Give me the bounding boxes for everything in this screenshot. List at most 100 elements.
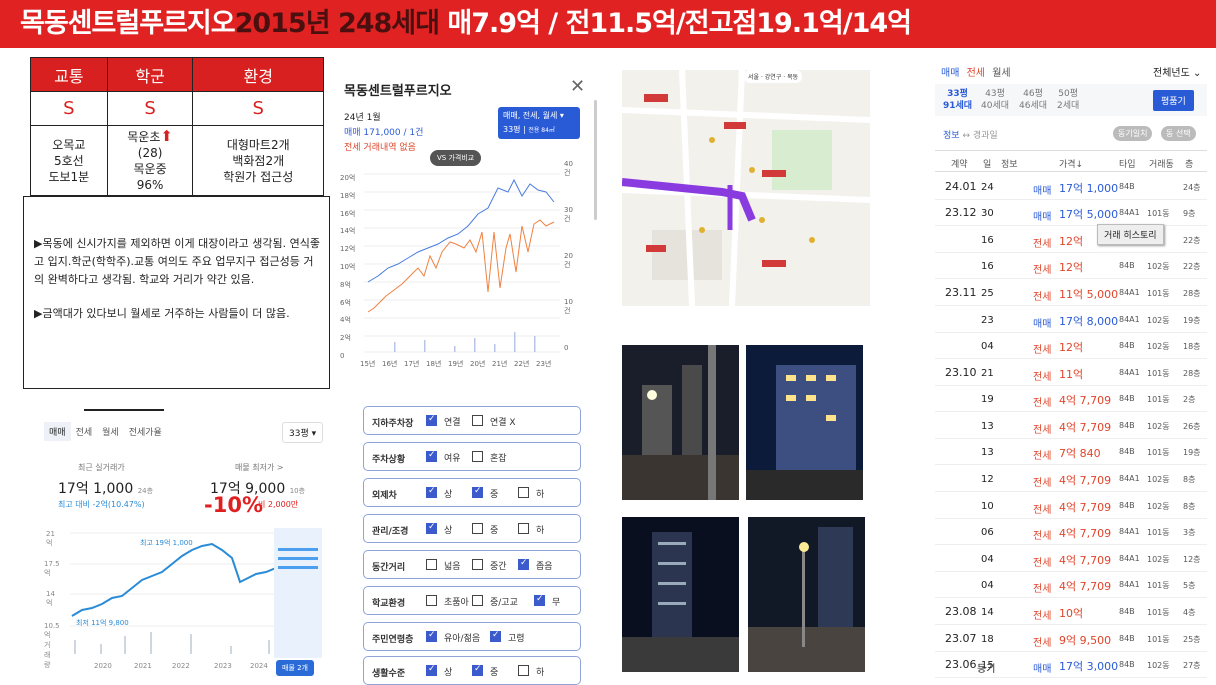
history-row[interactable]: 04 전세 12억 84B 102동 18층 <box>935 333 1207 359</box>
checkbox[interactable] <box>472 523 483 534</box>
checkbox[interactable] <box>426 664 437 676</box>
checkbox[interactable] <box>534 594 545 606</box>
history-kind: 전세 <box>1033 558 1052 569</box>
history-row[interactable]: 16 전세 12억 84B 102동 22층 <box>935 253 1207 279</box>
history-price: 4억 7,709 <box>1059 580 1112 593</box>
price-panel: 매매 전세 월세 전세가율 33평 ▾ 최근 실거래가 17억 1,000 24층 최… <box>30 400 335 684</box>
compare-button[interactable]: VS 가격비교 <box>430 150 482 166</box>
checkbox[interactable] <box>518 665 529 676</box>
history-price: 17억 1,000 <box>1059 182 1119 195</box>
history-row[interactable]: 04 전세 4억 7,709 84A1 101동 5층 <box>935 572 1207 598</box>
checkbox[interactable] <box>472 415 483 426</box>
listing-button[interactable]: 매물 2개 <box>276 660 314 676</box>
tab-jeonse[interactable]: 전세 <box>71 422 98 441</box>
sync-button[interactable]: 동기일치 <box>1113 126 1153 141</box>
history-price: 4억 7,709 <box>1059 501 1112 514</box>
checkbox[interactable] <box>426 450 437 462</box>
history-row[interactable]: 23.07 18 전세 9억 9,500 84B 101동 25층 <box>935 626 1207 652</box>
check-row-living-standard: 생활수준 상 중 하 <box>363 656 581 685</box>
checkbox[interactable] <box>490 630 501 642</box>
check-row-management: 관리/조경 상 중 하 <box>363 514 581 543</box>
history-price: 17억 3,000 <box>1059 660 1119 673</box>
history-row[interactable]: 23.10 21 전세 11억 84A1 101동 28층 <box>935 360 1207 386</box>
history-kind: 전세 <box>1033 611 1052 622</box>
location-map[interactable]: 서울 · 강연구 · 목동 <box>622 70 870 306</box>
history-building: 101동 <box>1147 395 1170 404</box>
map-search-chip[interactable]: 서울 · 강연구 · 목동 <box>744 70 803 83</box>
size-33[interactable]: 33평 91세대 <box>943 88 972 112</box>
pyeong-button[interactable]: 평품기 <box>1153 90 1194 111</box>
title-banner: 목동센트럴푸르지오2015년 248세대 매7.9억 / 전11.5억/전고점1… <box>0 0 1216 48</box>
max-label: 최고 19억 1,000 <box>140 539 193 547</box>
checkbox[interactable] <box>426 522 437 534</box>
close-icon[interactable]: ✕ <box>570 76 585 97</box>
history-row[interactable]: 10 전세 4억 7,709 84B 102동 8층 <box>935 493 1207 519</box>
history-row[interactable]: 23.11 25 전세 11억 5,000 84A1 101동 28층 <box>935 280 1207 306</box>
history-type: 84A1 <box>1119 288 1140 297</box>
history-row[interactable]: 13 전세 4억 7,709 84B 102동 26층 <box>935 413 1207 439</box>
history-day: 24 <box>981 182 994 193</box>
checkbox[interactable] <box>472 664 483 676</box>
history-row[interactable]: 06 전세 4억 7,709 84A1 101동 3층 <box>935 519 1207 545</box>
history-tag: 등기 <box>977 664 996 675</box>
checkbox[interactable] <box>472 559 483 570</box>
deal-filter-select[interactable]: 매매, 전세, 월세 ▾ 33평 | 전용 84㎡ <box>498 107 580 139</box>
checkbox[interactable] <box>518 487 529 498</box>
history-building: 101동 <box>1147 369 1170 378</box>
tab-monthly[interactable]: 월세 <box>97 422 124 441</box>
desc-transport: 오목교 5호선 도보1분 <box>30 125 108 196</box>
history-type: 84B <box>1119 182 1135 191</box>
year-select[interactable]: 전체년도 ⌄ <box>1153 64 1201 79</box>
history-row[interactable]: 23.06 15 등기 매매 17억 3,000 84B 102동 27층 <box>935 652 1207 678</box>
note-paragraph-1: ▶목동에 신시가지를 제외하면 이게 대장이라고 생각됨. 연식좋고 입지.학군… <box>34 237 320 286</box>
grade-environment: S <box>192 91 324 126</box>
size-46[interactable]: 46평 46세대 <box>1019 88 1047 112</box>
tab-monthly[interactable]: 월세 <box>992 68 1010 79</box>
history-kind: 전세 <box>1033 345 1052 356</box>
tab-jeonse[interactable]: 전세 <box>967 68 985 79</box>
history-type: 84B <box>1119 634 1135 643</box>
info-toggle[interactable]: 정보 ↔ 경과일 <box>943 128 998 141</box>
checkbox[interactable] <box>426 486 437 498</box>
history-row[interactable]: 16 전세 12억 22층 <box>935 227 1207 253</box>
checkbox[interactable] <box>426 414 437 426</box>
history-row[interactable]: 12 전세 4억 7,709 84A1 102동 8층 <box>935 466 1207 492</box>
history-row[interactable]: 23.08 14 전세 10억 84B 101동 4층 <box>935 599 1207 625</box>
history-type: 84A1 <box>1119 580 1140 589</box>
history-kind: 전세 <box>1033 398 1052 409</box>
history-row[interactable]: 23 매매 17억 8,000 84A1 102동 19층 <box>935 307 1207 333</box>
tab-sale[interactable]: 매매 <box>44 422 71 441</box>
history-row[interactable]: 19 전세 4억 7,709 84B 101동 2층 <box>935 386 1207 412</box>
history-type: 84B <box>1119 607 1135 616</box>
checkbox[interactable] <box>518 558 529 570</box>
checkbox[interactable] <box>472 486 483 498</box>
checkbox[interactable] <box>426 630 437 642</box>
tab-sale[interactable]: 매매 <box>941 68 959 79</box>
header-environment: 환경 <box>192 57 324 92</box>
history-price: 4억 7,709 <box>1059 421 1112 434</box>
min-label: 최저 11억 9,800 <box>76 619 129 627</box>
history-row[interactable]: 13 전세 7억 840 84B 101동 19층 <box>935 439 1207 465</box>
history-building: 101동 <box>1147 608 1170 617</box>
checkbox[interactable] <box>426 595 437 606</box>
history-price: 12억 <box>1059 261 1084 274</box>
checkbox[interactable] <box>472 451 483 462</box>
banner-highlight: 2015년 248세대 <box>234 8 440 39</box>
up-arrow-icon: ⬆ <box>160 127 173 145</box>
checkbox[interactable] <box>472 595 483 606</box>
size-50[interactable]: 50평 2세대 <box>1057 88 1079 112</box>
checkbox[interactable] <box>518 523 529 534</box>
checkbox[interactable] <box>426 559 437 570</box>
size-select[interactable]: 33평 ▾ <box>282 422 324 443</box>
history-kind: 전세 <box>1033 584 1052 595</box>
tab-jeonse-ratio[interactable]: 전세가율 <box>124 422 167 441</box>
history-row[interactable]: 24.01 24 매매 17억 1,000 84B 24층 <box>935 174 1207 200</box>
history-building: 102동 <box>1147 422 1170 431</box>
history-row[interactable]: 23.12 30 매매 17억 5,000 84A1 101동 9층 <box>935 200 1207 226</box>
building-select[interactable]: 동 선택 <box>1161 126 1196 141</box>
ask-label[interactable]: 매물 최저가 > <box>235 462 284 473</box>
size-43[interactable]: 43평 40세대 <box>981 88 1009 112</box>
history-price: 12억 <box>1059 341 1084 354</box>
detail-scrollbar[interactable] <box>594 100 597 220</box>
history-row[interactable]: 04 전세 4억 7,709 84A1 102동 12층 <box>935 546 1207 572</box>
